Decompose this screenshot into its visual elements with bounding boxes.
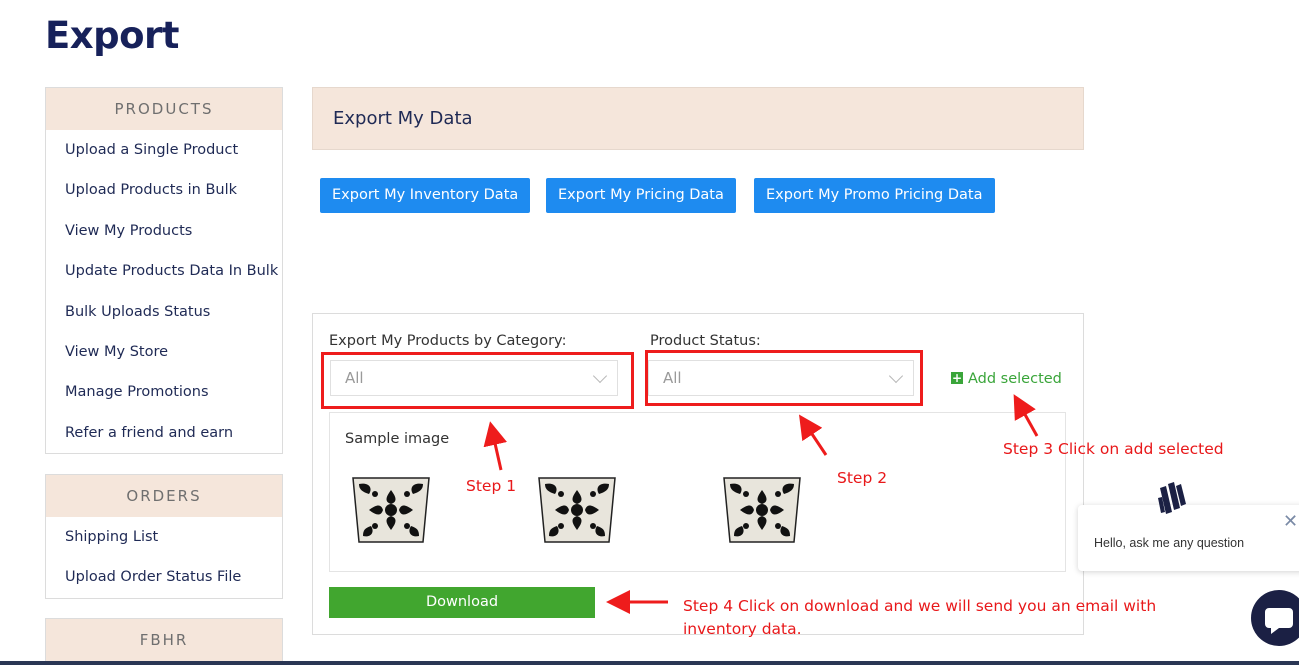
plus-square-icon: + <box>951 371 963 385</box>
sample-tile-image <box>723 477 801 543</box>
close-icon[interactable]: ✕ <box>1283 511 1298 532</box>
sample-tile-image <box>538 477 616 543</box>
sidebar-item-upload-order-status-file[interactable]: Upload Order Status File <box>46 557 282 597</box>
annotation-step3: Step 3 Click on add selected <box>1003 440 1224 458</box>
sidebar-products: PRODUCTS Upload a Single Product Upload … <box>45 87 283 455</box>
sidebar-item-shipping-list[interactable]: Shipping List <box>46 517 282 557</box>
sidebar-item-update-products-data-bulk[interactable]: Update Products Data In Bulk <box>46 251 282 291</box>
sidebar-header-fbhr: FBHR <box>46 619 282 661</box>
sidebar-item-bulk-uploads-status[interactable]: Bulk Uploads Status <box>46 292 282 332</box>
sidebar-header-orders: ORDERS <box>46 475 282 517</box>
page-title: Export <box>45 14 179 57</box>
annotation-step2: Step 2 <box>837 469 888 487</box>
annotation-step4-line1: Step 4 Click on download and we will sen… <box>683 597 1157 615</box>
sidebar-item-view-my-store[interactable]: View My Store <box>46 332 282 372</box>
add-selected-label: Add selected <box>968 371 1062 387</box>
sidebar-item-refer-a-friend[interactable]: Refer a friend and earn <box>46 413 282 453</box>
sidebar-item-view-my-products[interactable]: View My Products <box>46 211 282 251</box>
export-promo-pricing-button[interactable]: Export My Promo Pricing Data <box>754 178 995 213</box>
add-selected-button[interactable]: + Add selected <box>951 371 1062 387</box>
product-status-label: Product Status: <box>650 333 761 349</box>
annotation-step1: Step 1 <box>466 477 517 495</box>
step1-highlight-box <box>321 352 634 409</box>
annotation-step4-line2: inventory data. <box>683 620 802 638</box>
category-label: Export My Products by Category: <box>329 333 567 349</box>
export-pricing-button[interactable]: Export My Pricing Data <box>546 178 736 213</box>
sidebar-item-upload-single-product[interactable]: Upload a Single Product <box>46 130 282 170</box>
step2-highlight-box <box>645 350 923 406</box>
sidebar-item-upload-products-bulk[interactable]: Upload Products in Bulk <box>46 170 282 210</box>
download-button[interactable]: Download <box>329 587 595 618</box>
sidebar-item-manage-promotions[interactable]: Manage Promotions <box>46 372 282 412</box>
export-my-data-header: Export My Data <box>312 87 1084 150</box>
chat-icon <box>1265 608 1293 634</box>
export-inventory-button[interactable]: Export My Inventory Data <box>320 178 531 213</box>
sidebar-header-products: PRODUCTS <box>46 88 282 130</box>
sample-image-label: Sample image <box>345 431 450 447</box>
sample-tile-image <box>352 477 430 543</box>
sidebar-orders: ORDERS Shipping List Upload Order Status… <box>45 474 283 599</box>
chat-message: Hello, ask me any question <box>1094 536 1245 550</box>
chat-launcher-button[interactable] <box>1251 590 1299 646</box>
sidebar-fbhr: FBHR <box>45 618 283 662</box>
chat-logo-icon <box>1158 482 1186 514</box>
bottom-divider <box>0 661 1299 665</box>
